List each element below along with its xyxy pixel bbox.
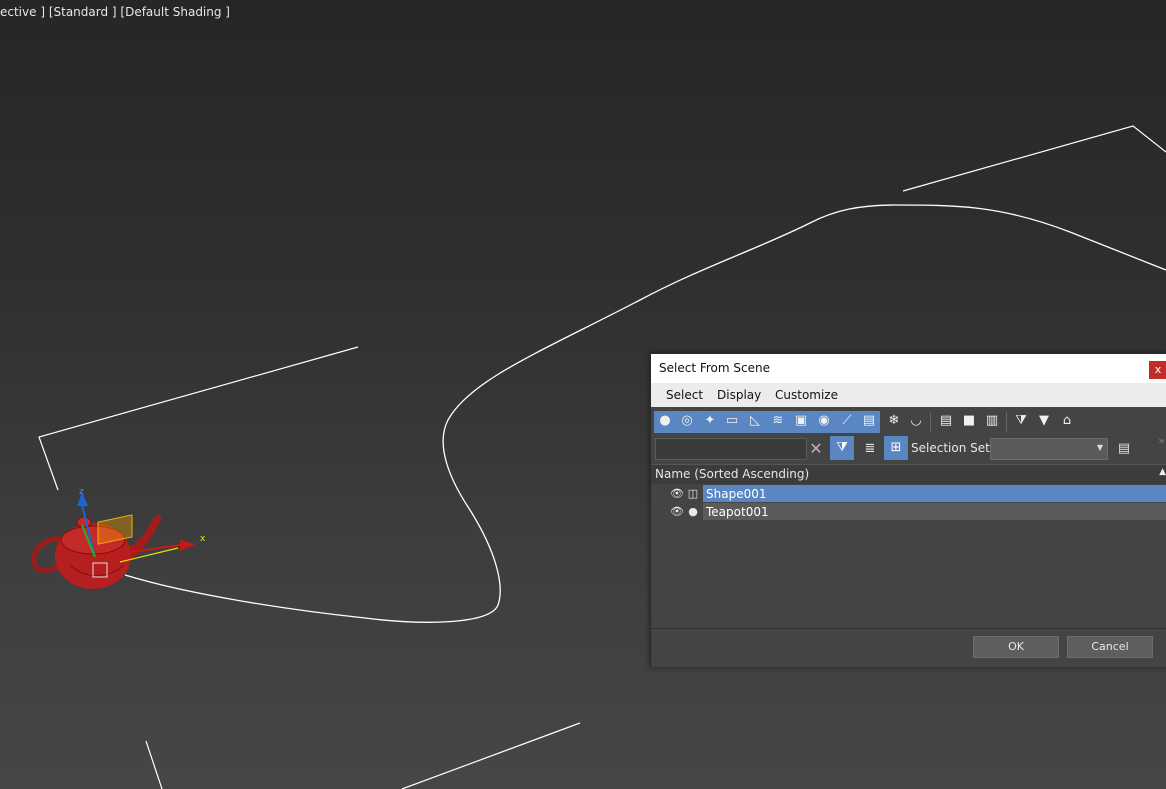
sort-ascending-icon: ▲	[1159, 467, 1166, 477]
row-selection-highlight	[703, 485, 1166, 502]
list-item[interactable]: 👁 ● Teapot001	[651, 503, 1166, 520]
selection-set-label: Selection Set:	[911, 441, 994, 455]
bones-icon[interactable]: ⟋	[839, 413, 855, 429]
outline-segment-left	[38, 346, 359, 491]
eye-icon[interactable]: 👁	[670, 485, 684, 502]
shape-icon: ◫	[687, 487, 699, 500]
list-header[interactable]: Name (Sorted Ascending) ▲	[651, 464, 1166, 485]
object-list[interactable]: 👁 ◫ Shape001 👁 ● Teapot001	[651, 484, 1166, 627]
outline-segment-bottom	[401, 722, 581, 789]
hidden-icon[interactable]: ◡	[908, 413, 924, 429]
outline-segment-top-right	[902, 125, 1166, 192]
list-item[interactable]: 👁 ◫ Shape001	[651, 485, 1166, 502]
object-name: Teapot001	[706, 505, 769, 519]
name-column-header[interactable]: Name (Sorted Ascending)	[655, 467, 809, 481]
helpers-icon[interactable]: ◺	[747, 413, 763, 429]
chevron-down-icon: ▼	[1096, 443, 1103, 452]
toolbar-separator	[1006, 412, 1007, 432]
filter-toolbar: ● ◎ ✦ ▭ ◺ ≋ ▣ ◉ ⟋ ▤ ❄ ◡ ▤ ■ ▥ ⧩ ▼ ⌂	[651, 409, 1166, 435]
dialog-titlebar[interactable]: Select From Scene x	[651, 354, 1166, 383]
search-toolbar: ✕ ⧩ ≣ ⊞ Selection Set: ▼ ▤ »	[651, 434, 1166, 464]
lights-icon[interactable]: ✦	[702, 413, 718, 429]
clear-search-icon[interactable]: ✕	[807, 439, 825, 459]
edit-selection-set-icon[interactable]: ▤	[1115, 439, 1133, 459]
row-background	[703, 503, 1166, 520]
menu-select[interactable]: Select	[666, 388, 703, 402]
list-invert-icon[interactable]: ▥	[984, 413, 1000, 429]
containers-icon[interactable]: ▤	[861, 413, 877, 429]
filter-icon[interactable]: ▼	[1036, 413, 1052, 429]
sync-icon[interactable]: ⌂	[1059, 413, 1075, 429]
groups-icon[interactable]: ▣	[793, 413, 809, 429]
toolbar-separator	[930, 412, 931, 432]
geometry-icon[interactable]: ●	[657, 413, 673, 429]
find-filter-icon[interactable]: ⧩	[830, 436, 854, 460]
geometry-icon: ●	[688, 505, 698, 518]
filter-config-icon[interactable]: ⧩	[1013, 413, 1029, 429]
close-button[interactable]: x	[1149, 361, 1166, 379]
frozen-icon[interactable]: ❄	[886, 413, 902, 429]
xrefs-icon[interactable]: ◉	[816, 413, 832, 429]
select-from-scene-dialog[interactable]: Select From Scene x Select Display Custo…	[650, 353, 1166, 667]
outline-segment-bottom-left	[145, 740, 163, 789]
list-none-icon[interactable]: ■	[961, 413, 977, 429]
eye-icon[interactable]: 👁	[670, 503, 684, 520]
menu-customize[interactable]: Customize	[775, 388, 838, 402]
cancel-button[interactable]: Cancel	[1067, 636, 1153, 658]
search-input[interactable]	[655, 438, 807, 460]
more-options-icon[interactable]: »	[1158, 434, 1165, 447]
gizmo-z-label: z	[79, 487, 84, 497]
selection-set-dropdown[interactable]: ▼	[990, 438, 1108, 460]
dialog-title: Select From Scene	[659, 361, 770, 375]
dialog-footer: OK Cancel	[651, 628, 1166, 667]
gizmo-x-label: x	[200, 534, 206, 544]
menu-display[interactable]: Display	[717, 388, 761, 402]
shapes-icon[interactable]: ◎	[679, 413, 695, 429]
cameras-icon[interactable]: ▭	[724, 413, 740, 429]
list-all-icon[interactable]: ▤	[938, 413, 954, 429]
space-warps-icon[interactable]: ≋	[770, 413, 786, 429]
layers-icon[interactable]: ≣	[859, 438, 881, 460]
object-name: Shape001	[706, 487, 767, 501]
hierarchy-icon[interactable]: ⊞	[884, 436, 908, 460]
ok-button[interactable]: OK	[973, 636, 1059, 658]
viewport[interactable]: ective ] [Standard ] [Default Shading ]	[0, 0, 1166, 789]
menu-bar: Select Display Customize	[651, 383, 1166, 407]
